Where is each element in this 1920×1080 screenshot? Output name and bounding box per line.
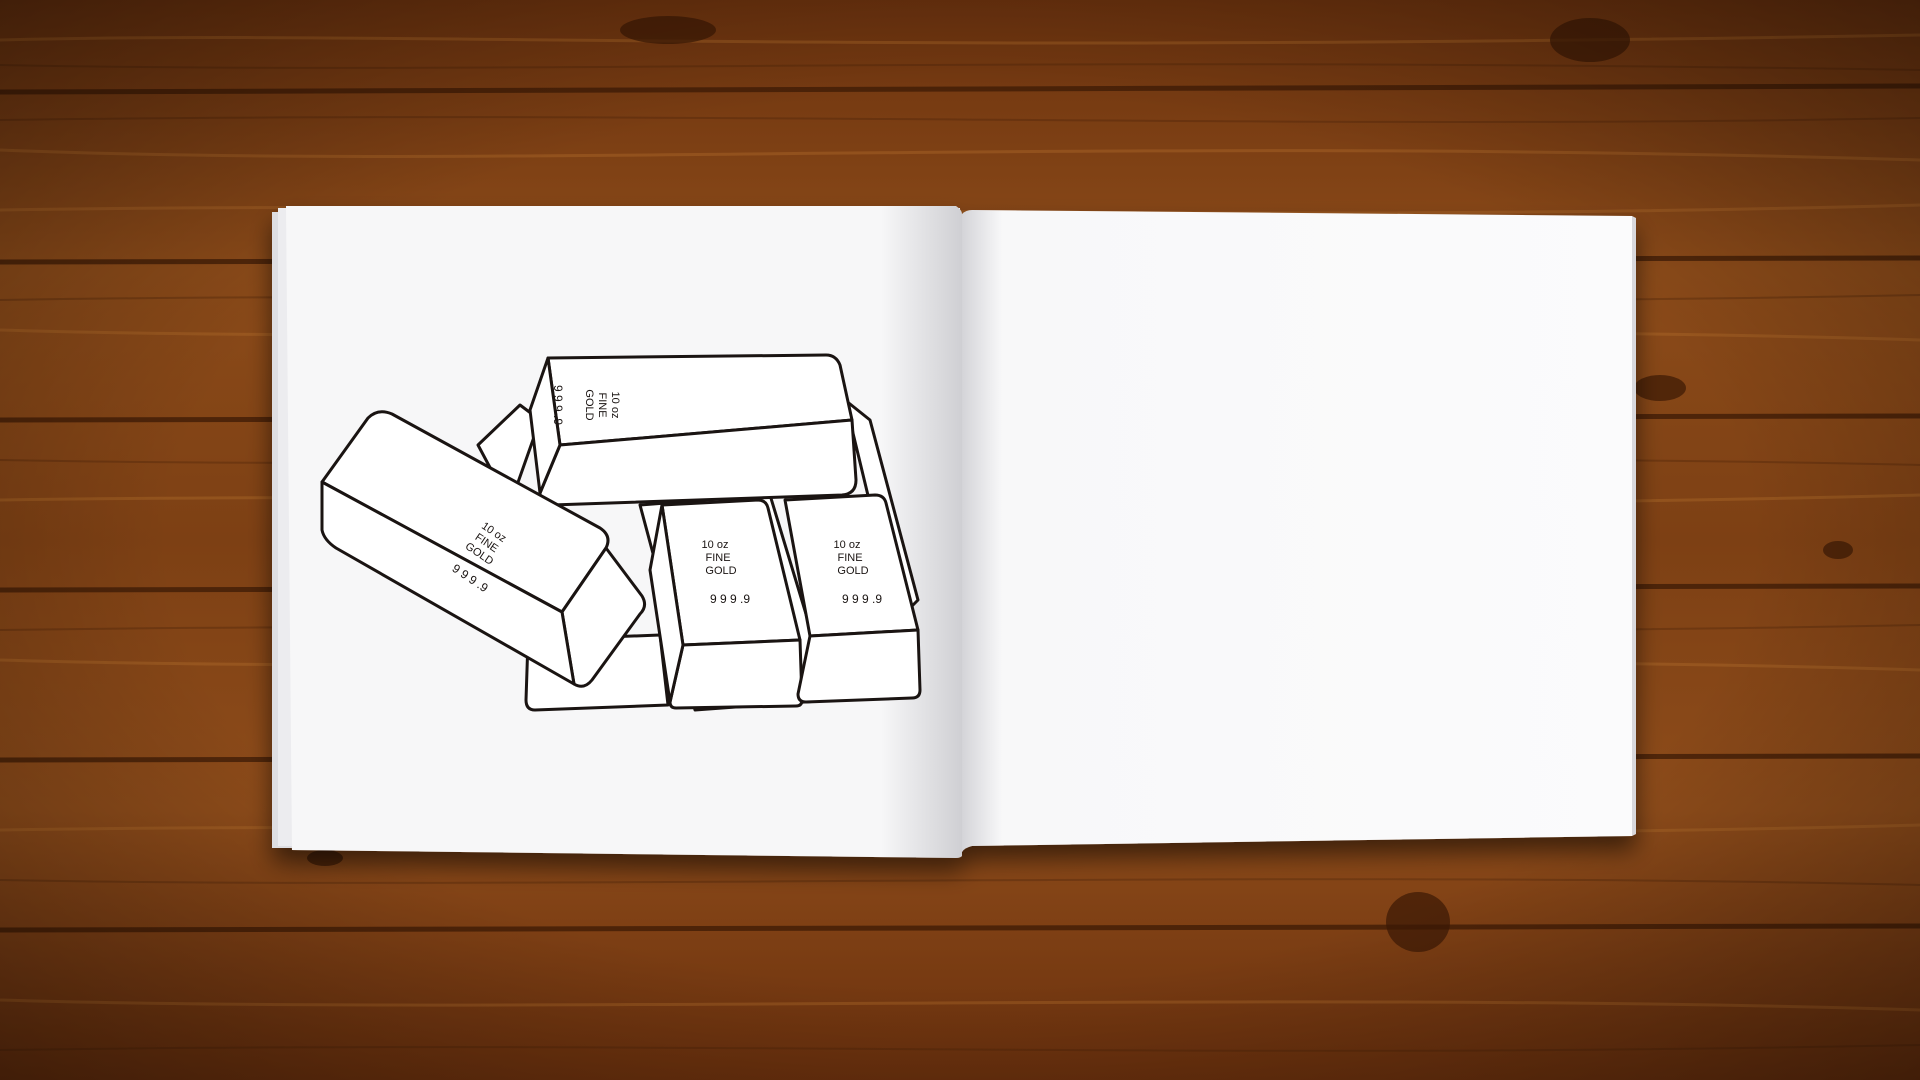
bar-label-fine: FINE: [596, 392, 608, 417]
right-page: [962, 210, 1632, 852]
bar-label-weight: 10 oz: [609, 392, 621, 419]
bar-label-weight: 10 oz: [834, 539, 861, 551]
bar-label-gold: GOLD: [583, 389, 595, 420]
gold-bar-top: 10 oz FINE GOLD 9 9 9 .9: [528, 353, 858, 507]
open-coloring-book: 10 oz FINE GOLD 9 9 9 .9 10 oz FINE GOLD…: [272, 206, 1636, 858]
bar-label-gold: GOLD: [837, 565, 868, 577]
bar-label-purity: 9 9 9 .9: [551, 385, 565, 425]
bar-label-fine: FINE: [705, 552, 730, 564]
bar-label-purity: 9 9 9 .9: [842, 592, 882, 606]
bar-label-purity: 9 9 9 .9: [710, 592, 750, 606]
bar-label-weight: 10 oz: [702, 539, 729, 551]
bar-label-gold: GOLD: [705, 565, 736, 577]
scene: 10 oz FINE GOLD 9 9 9 .9 10 oz FINE GOLD…: [0, 0, 1920, 1080]
bar-label-fine: FINE: [837, 552, 862, 564]
